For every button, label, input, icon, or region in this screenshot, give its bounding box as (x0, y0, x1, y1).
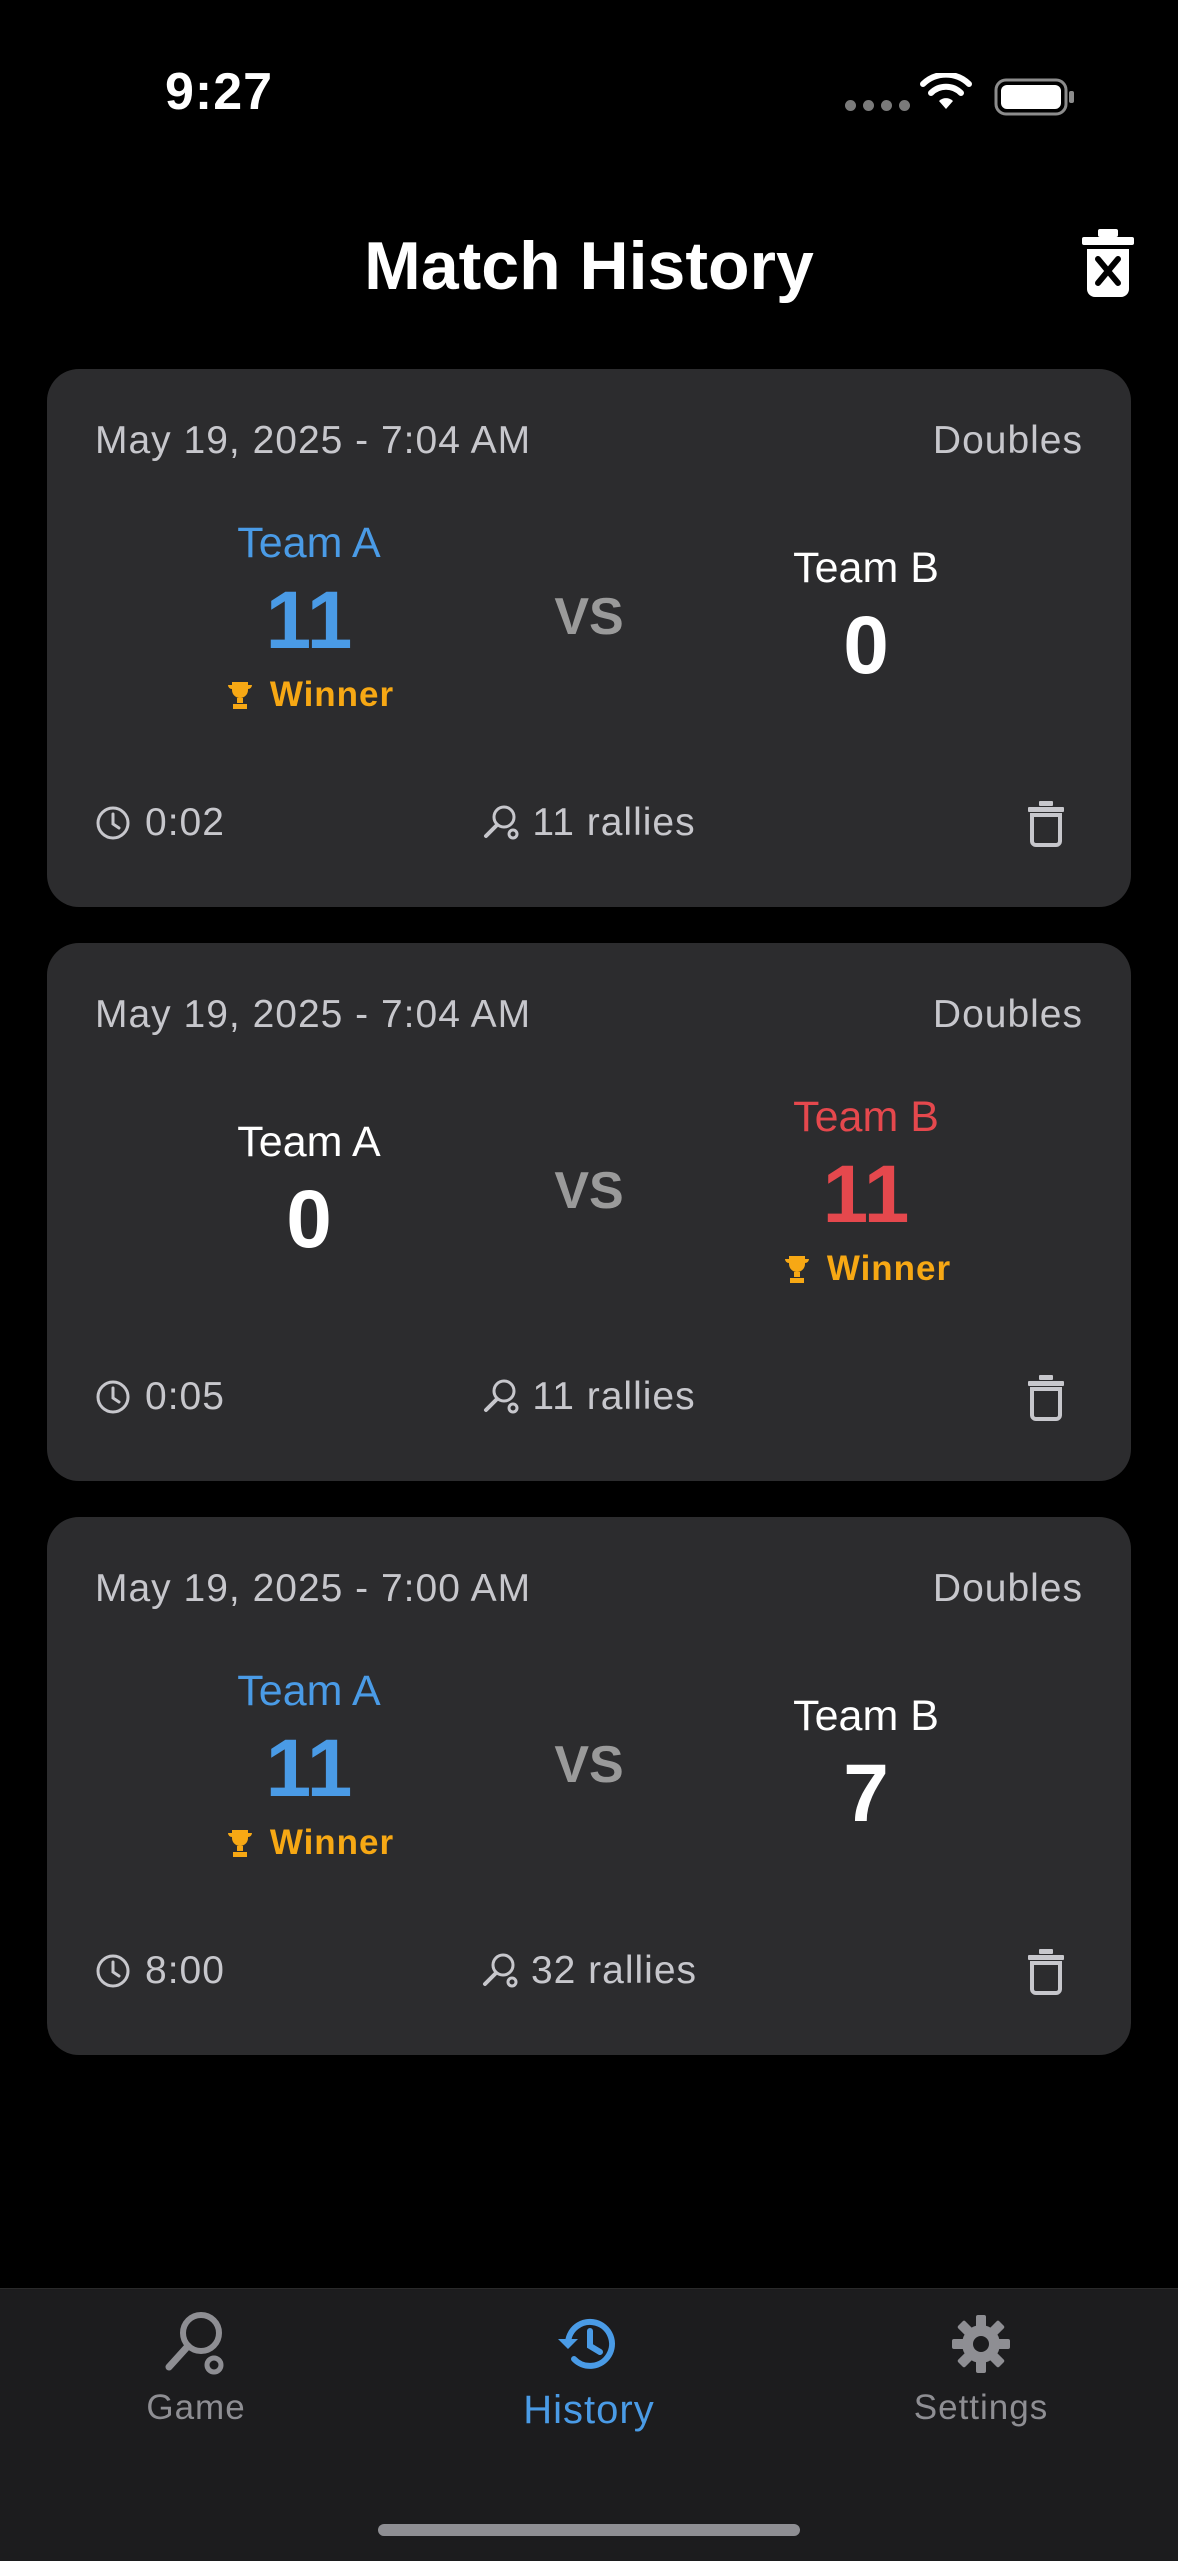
match-card[interactable]: May 19, 2025 - 7:04 AM Doubles Team A 11… (47, 369, 1131, 907)
winner-label: Winner (269, 675, 395, 714)
status-time: 9:27 (165, 63, 274, 121)
match-mode: Doubles (932, 1567, 1083, 1610)
match-mode: Doubles (932, 993, 1083, 1036)
rallies-text: 11 rallies (532, 1375, 696, 1418)
tab-label: History (523, 2388, 655, 2432)
winner-badge: Winner (109, 675, 509, 715)
clear-history-icon[interactable] (1080, 227, 1136, 299)
tab-history[interactable]: History (459, 2309, 719, 2433)
team-b-name: Team B (793, 1093, 939, 1141)
winner-badge: Winner (666, 1249, 1066, 1289)
match-card[interactable]: May 19, 2025 - 7:04 AM Doubles Team A 0 … (47, 943, 1131, 1481)
delete-match-button[interactable] (1026, 1373, 1066, 1421)
team-b-score: 7 (843, 1748, 889, 1839)
status-bar: 9:27 (0, 0, 1178, 190)
tab-label: Game (146, 2388, 246, 2427)
team-b-score: 11 (822, 1149, 910, 1240)
match-rallies: 11 rallies (47, 1375, 1131, 1419)
match-mode: Doubles (932, 419, 1083, 462)
rallies-text: 32 rallies (530, 1949, 698, 1992)
delete-match-button[interactable] (1026, 1947, 1066, 1995)
battery-icon (994, 78, 1074, 116)
home-indicator (378, 2524, 800, 2536)
page-title: Match History (364, 228, 814, 304)
match-rallies: 32 rallies (47, 1949, 1131, 1993)
wifi-icon (920, 73, 972, 109)
winner-badge: Winner (109, 1823, 509, 1863)
trophy-icon (784, 1256, 809, 1283)
match-rallies: 11 rallies (47, 801, 1131, 845)
team-b-name: Team B (793, 1692, 939, 1740)
racket-icon (165, 2312, 224, 2375)
gear-icon (952, 2315, 1010, 2373)
signal-dots-icon (845, 100, 910, 111)
racket-icon (484, 805, 519, 840)
racket-icon (482, 1953, 518, 1988)
team-b-score: 0 (843, 600, 889, 691)
match-date: May 19, 2025 - 7:04 AM (95, 993, 532, 1036)
tab-bar: Game History Settings (0, 2288, 1178, 2561)
team-a-name: Team A (237, 519, 381, 567)
team-b: Team B 11 Winner (666, 1091, 1066, 1289)
trophy-icon (227, 1830, 252, 1857)
history-icon (558, 2318, 615, 2369)
team-b: Team B 0 (666, 542, 1066, 694)
match-card[interactable]: May 19, 2025 - 7:00 AM Doubles Team A 11… (47, 1517, 1131, 2055)
header: Match History (0, 215, 1178, 315)
delete-match-button[interactable] (1026, 799, 1066, 847)
racket-icon (484, 1379, 519, 1414)
rallies-text: 11 rallies (532, 801, 696, 844)
trophy-icon (227, 682, 252, 709)
team-b-name: Team B (793, 544, 939, 592)
team-a-name: Team A (237, 1667, 381, 1715)
team-b: Team B 7 (666, 1690, 1066, 1842)
winner-label: Winner (826, 1249, 952, 1288)
match-date: May 19, 2025 - 7:00 AM (95, 1567, 532, 1610)
tab-settings[interactable]: Settings (851, 2309, 1111, 2428)
tab-label: Settings (913, 2388, 1049, 2427)
winner-label: Winner (269, 1823, 395, 1862)
match-date: May 19, 2025 - 7:04 AM (95, 419, 532, 462)
tab-game[interactable]: Game (66, 2309, 326, 2428)
